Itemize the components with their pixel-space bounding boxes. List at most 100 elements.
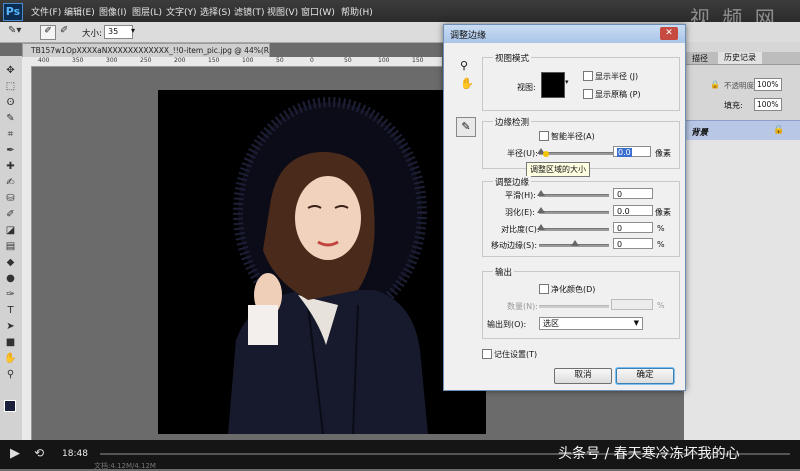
size-dropdown-icon[interactable]: ▾ [131, 26, 135, 35]
cursor-highlight-icon [543, 151, 549, 157]
show-radius-label: 显示半径 (J) [595, 72, 639, 81]
brush-tool-icon[interactable]: ✎▾ [8, 25, 21, 36]
cancel-button[interactable]: 取消 [554, 368, 612, 384]
output-group: 输出 净化颜色(D) 数量(N): % 输出到(O): 选区 ▼ [482, 266, 680, 339]
ok-button[interactable]: 确定 [616, 368, 674, 384]
amount-input [611, 299, 653, 310]
menu-filter[interactable]: 滤镜(T) [234, 5, 265, 18]
view-thumbnail[interactable] [541, 72, 565, 98]
refine-radius-tool-icon[interactable]: ✎ [456, 117, 476, 137]
adjust-edge-group: 调整边缘 平滑(H): 0 羽化(E): 0.0 像素 对比度(C): 0 % … [482, 176, 680, 257]
watermark-caption: 头条号 / 春天寒冷冻坏我的心 [558, 446, 740, 462]
feather-unit: 像素 [655, 208, 671, 217]
marquee-tool-icon[interactable]: ⬚ [3, 80, 18, 94]
refine-radius-icon[interactable]: ✐ [40, 25, 56, 40]
show-original-checkbox[interactable] [583, 89, 593, 99]
menu-layer[interactable]: 图层(L) [132, 5, 162, 18]
size-input[interactable]: 35 [104, 25, 133, 39]
view-dropdown-icon[interactable]: ▾ [565, 78, 569, 86]
radius-label: 半径(U): [507, 149, 538, 158]
play-icon[interactable]: ▶ [10, 446, 20, 461]
woman-in-fur-hood-photo [228, 97, 428, 434]
layer-name: 背景 [691, 128, 709, 138]
menu-file[interactable]: 文件(F) [31, 5, 61, 18]
path-select-icon[interactable]: ➤ [3, 320, 18, 334]
tab-paths[interactable]: 描径 [692, 53, 708, 64]
radius-input[interactable]: 0.0 [613, 146, 651, 157]
blur-tool-icon[interactable]: ◆ [3, 256, 18, 270]
smooth-input[interactable]: 0 [613, 188, 653, 199]
contrast-unit: % [657, 224, 665, 233]
document-tab[interactable]: TB157w1OpXXXXaNXXXXXXXXXXXX_!!0-item_pic… [22, 43, 270, 58]
lock-icon[interactable]: 🔒 [710, 80, 720, 89]
history-brush-icon[interactable]: ✐ [3, 208, 18, 222]
close-icon[interactable]: ✕ [660, 27, 678, 40]
healing-tool-icon[interactable]: ✚ [3, 160, 18, 174]
shift-edge-input[interactable]: 0 [613, 238, 653, 249]
menu-window[interactable]: 窗口(W) [301, 5, 335, 18]
menu-help[interactable]: 帮助(H) [341, 5, 373, 18]
feather-label: 羽化(E): [505, 208, 535, 217]
menu-edit[interactable]: 编辑(E) [64, 5, 95, 18]
fill-input[interactable]: 100% [754, 98, 782, 111]
tab-history[interactable]: 历史记录 [718, 52, 762, 64]
move-tool-icon[interactable]: ✥ [3, 64, 18, 78]
image-canvas[interactable] [158, 90, 486, 434]
dodge-tool-icon[interactable]: ● [3, 272, 18, 286]
menu-type[interactable]: 文字(Y) [166, 5, 197, 18]
text-tool-icon[interactable]: T [3, 304, 18, 318]
eraser-tool-icon[interactable]: ◪ [3, 224, 18, 238]
shift-edge-slider-thumb[interactable] [571, 240, 579, 246]
menu-image[interactable]: 图像(I) [99, 5, 127, 18]
erase-refine-icon[interactable]: ✐ [60, 25, 68, 36]
shape-tool-icon[interactable]: ■ [3, 336, 18, 350]
contrast-slider[interactable] [539, 228, 609, 231]
crop-tool-icon[interactable]: ⌗ [3, 128, 18, 142]
zoom-icon[interactable]: ⚲ [460, 59, 468, 72]
feather-slider[interactable] [539, 211, 609, 214]
output-to-select[interactable]: 选区 ▼ [539, 317, 643, 330]
menu-view[interactable]: 视图(V) [267, 5, 298, 18]
amount-label: 数量(N): [507, 302, 538, 311]
remember-settings-checkbox[interactable] [482, 349, 492, 359]
right-panels: 描径 历史记录 🔒 不透明度: 100% 填充: 100% 背景 🔒 [684, 42, 800, 440]
opacity-label: 不透明度: [724, 81, 757, 90]
radius-slider[interactable] [539, 152, 613, 155]
smooth-slider[interactable] [539, 194, 609, 197]
foreground-color-swatch[interactable] [4, 400, 16, 412]
edge-detection-title: 边缘检测 [493, 116, 532, 128]
view-label: 视图: [517, 83, 536, 92]
brush-icon[interactable]: ✍ [3, 176, 18, 190]
pen-tool-icon[interactable]: ✑ [3, 288, 18, 302]
horizontal-ruler: 400 350 300 250 200 150 100 50 0 50 100 … [22, 57, 442, 67]
view-mode-title: 视图模式 [493, 52, 532, 64]
decontaminate-checkbox[interactable] [539, 284, 549, 294]
show-radius-checkbox[interactable] [583, 71, 593, 81]
hand-icon[interactable]: ✋ [460, 77, 474, 90]
menu-select[interactable]: 选择(S) [200, 5, 231, 18]
photoshop-logo: Ps [3, 3, 23, 21]
feather-input[interactable]: 0.0 [613, 205, 653, 216]
opacity-input[interactable]: 100% [754, 78, 782, 91]
lasso-tool-icon[interactable]: ʘ [3, 96, 18, 110]
hand-tool-icon[interactable]: ✋ [3, 352, 18, 366]
dialog-titlebar: 调整边缘 ✕ [444, 25, 685, 43]
gradient-tool-icon[interactable]: ▤ [3, 240, 18, 254]
quick-select-tool-icon[interactable]: ✎ [3, 112, 18, 126]
zoom-tool-icon[interactable]: ⚲ [3, 368, 18, 382]
smooth-slider-thumb[interactable] [537, 190, 545, 196]
smooth-label: 平滑(H): [505, 191, 536, 200]
panel-tabs: 描径 历史记录 [684, 52, 800, 65]
stamp-tool-icon[interactable]: ⛁ [3, 192, 18, 206]
contrast-input[interactable]: 0 [613, 222, 653, 233]
replay-10-icon[interactable]: ⟲ [34, 446, 44, 460]
feather-slider-thumb[interactable] [537, 207, 545, 213]
smart-radius-checkbox[interactable] [539, 131, 549, 141]
eyedropper-tool-icon[interactable]: ✒ [3, 144, 18, 158]
video-time: 18:48 [62, 449, 88, 459]
layer-lock-icon: 🔒 [773, 125, 785, 135]
layer-row-background[interactable]: 背景 🔒 [684, 120, 800, 142]
radius-unit: 像素 [655, 149, 671, 158]
menu-bar: Ps 文件(F) 编辑(E) 图像(I) 图层(L) 文字(Y) 选择(S) 滤… [0, 0, 800, 30]
contrast-slider-thumb[interactable] [537, 224, 545, 230]
